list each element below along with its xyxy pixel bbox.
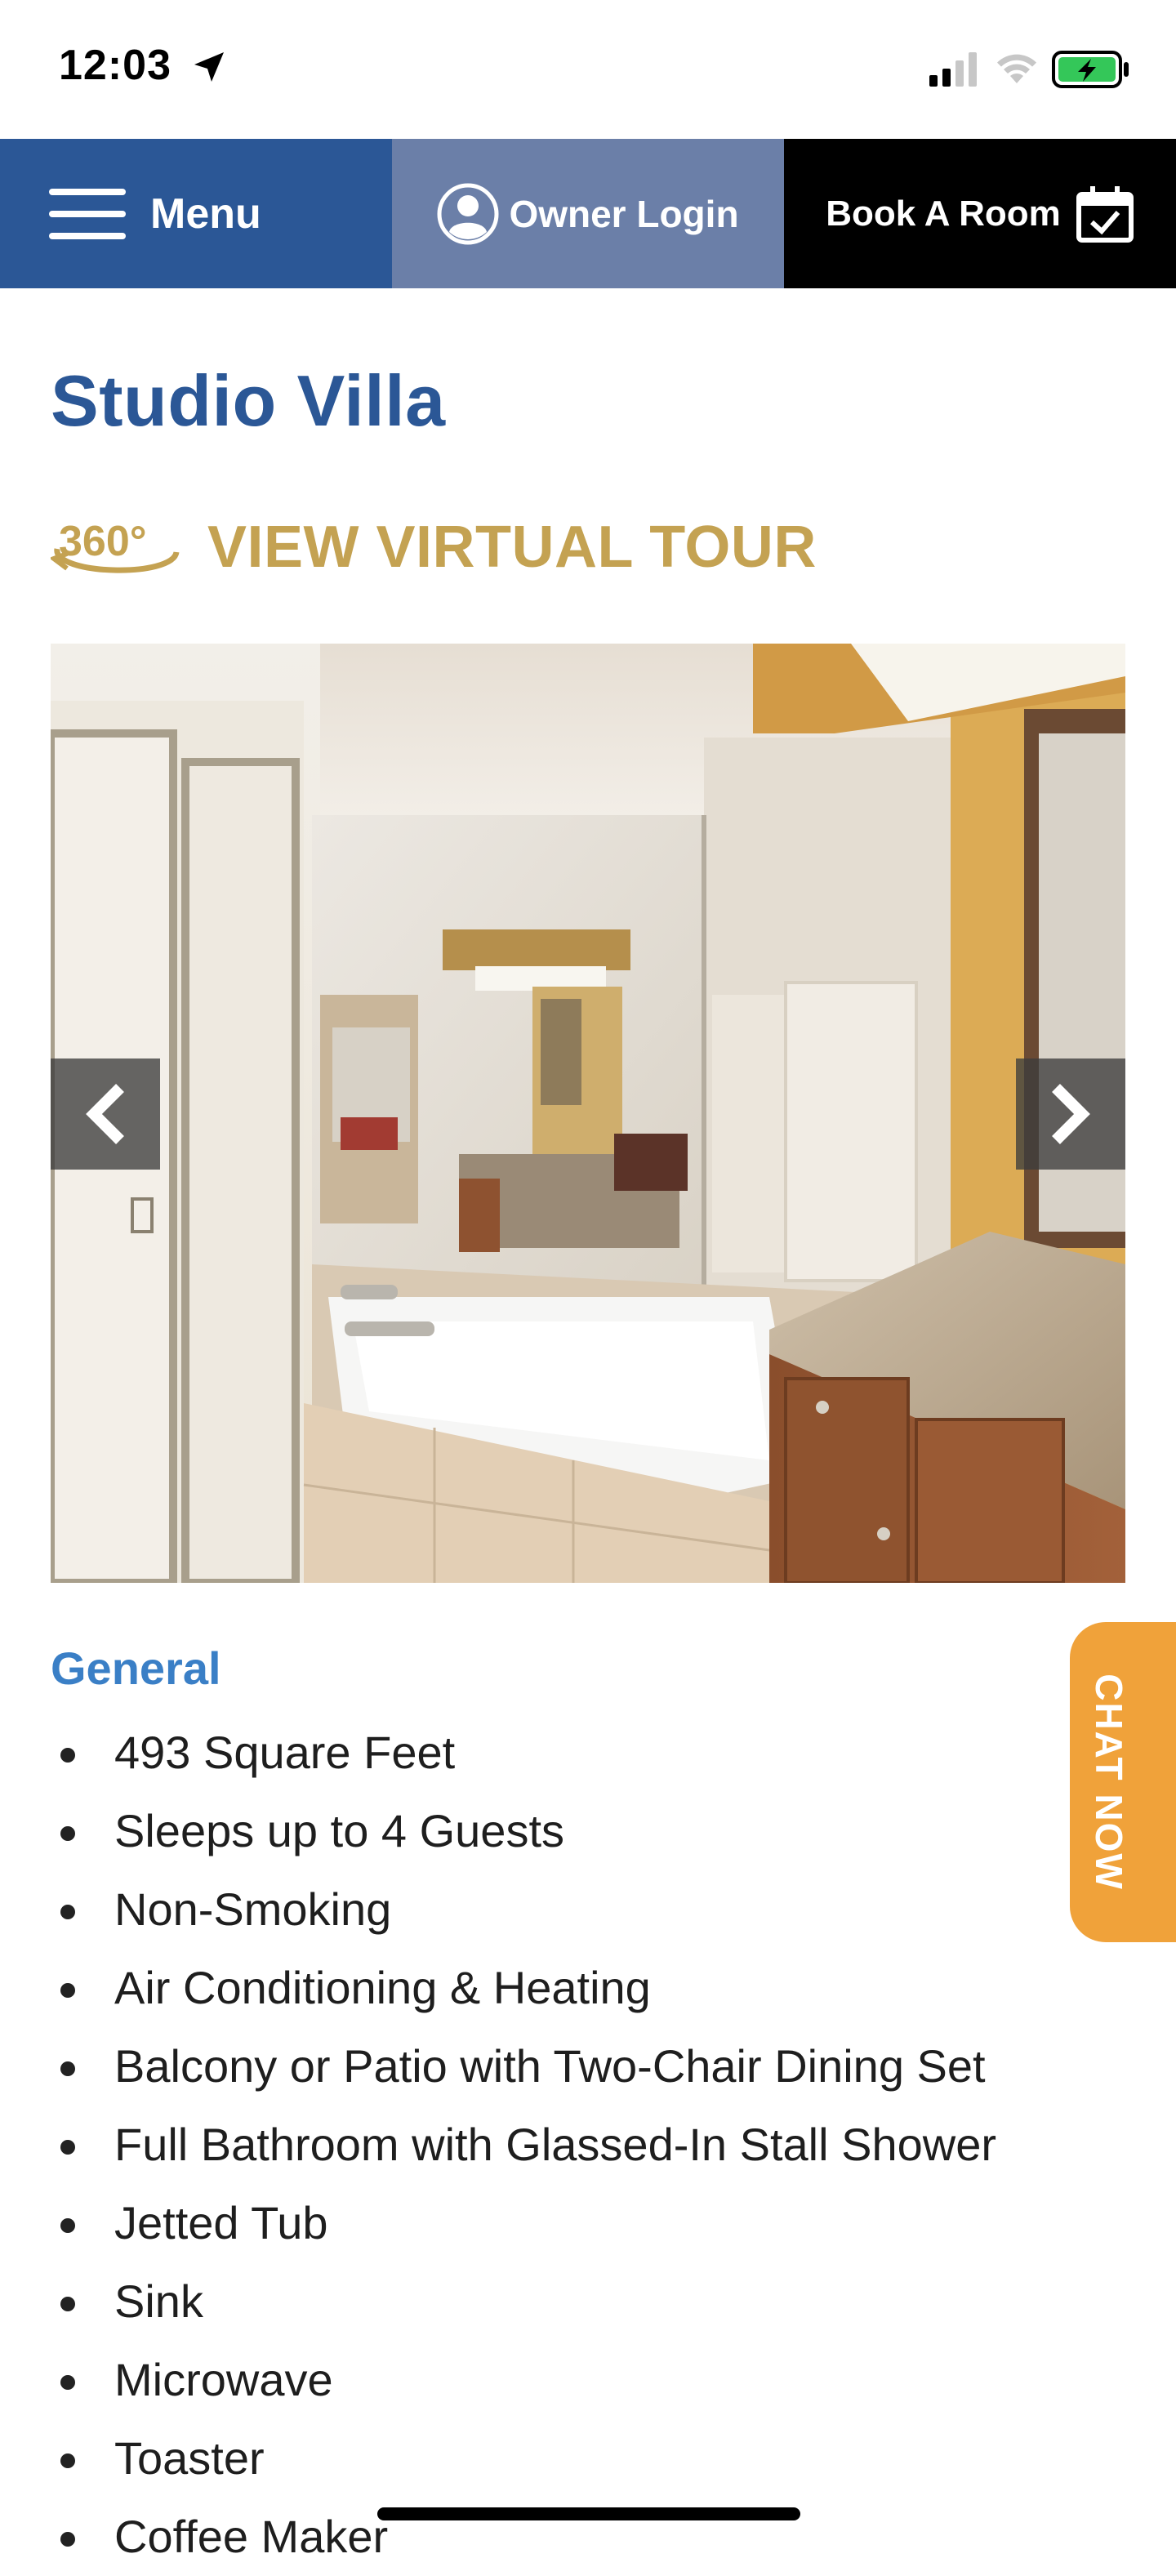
feature-item: Toaster bbox=[51, 2419, 996, 2498]
feature-item: Full Bathroom with Glassed-In Stall Show… bbox=[51, 2106, 996, 2184]
features-list: 493 Square Feet Sleeps up to 4 Guests Non-… bbox=[51, 1714, 996, 2576]
wifi-icon bbox=[997, 54, 1036, 83]
user-icon bbox=[437, 183, 499, 244]
feature-item: Sleeps up to 4 Guests bbox=[51, 1792, 996, 1870]
virtual-tour-label: VIEW VIRTUAL TOUR bbox=[207, 515, 817, 580]
calendar-check-icon bbox=[1076, 185, 1134, 243]
status-time: 12:03 bbox=[59, 42, 172, 89]
bathroom-photo bbox=[51, 644, 1125, 1583]
status-bar: 12:03 bbox=[0, 0, 1176, 139]
feature-item: Air Conditioning & Heating bbox=[51, 1949, 996, 2027]
carousel-prev-button[interactable] bbox=[51, 1058, 160, 1170]
virtual-tour-link[interactable]: 360° VIEW VIRTUAL TOUR bbox=[51, 508, 817, 586]
chat-now-label: CHAT NOW bbox=[1088, 1674, 1130, 1891]
book-a-room-label: Book A Room bbox=[826, 193, 1061, 234]
owner-login-button[interactable]: Owner Login bbox=[392, 139, 784, 288]
feature-item: Non-Smoking bbox=[51, 1870, 996, 1949]
battery-charging-icon bbox=[1052, 51, 1129, 88]
feature-item: Sink bbox=[51, 2262, 996, 2341]
menu-label: Menu bbox=[150, 189, 261, 238]
chevron-right-icon bbox=[1052, 1084, 1090, 1144]
general-heading: General bbox=[51, 1642, 221, 1694]
360-tour-icon: 360° bbox=[51, 518, 180, 573]
feature-item: Microwave bbox=[51, 2341, 996, 2419]
chat-now-button[interactable]: CHAT NOW bbox=[1070, 1622, 1176, 1942]
page-title: Studio Villa bbox=[51, 360, 446, 441]
360-badge-text: 360° bbox=[59, 518, 147, 565]
top-nav: Menu Owner Login Book A Room bbox=[0, 139, 1176, 288]
home-indicator bbox=[377, 2507, 800, 2520]
carousel-next-button[interactable] bbox=[1016, 1058, 1125, 1170]
feature-item: Balcony or Patio with Two-Chair Dining S… bbox=[51, 2027, 996, 2106]
location-arrow-icon bbox=[194, 52, 224, 82]
feature-item: 493 Square Feet bbox=[51, 1714, 996, 1792]
book-a-room-button[interactable]: Book A Room bbox=[784, 139, 1176, 288]
menu-button[interactable]: Menu bbox=[0, 139, 392, 288]
feature-item: Jetted Tub bbox=[51, 2184, 996, 2262]
cellular-signal-icon bbox=[929, 52, 977, 87]
chevron-left-icon bbox=[86, 1084, 124, 1144]
hamburger-icon bbox=[49, 188, 126, 239]
photo-carousel[interactable] bbox=[51, 644, 1125, 1583]
owner-login-label: Owner Login bbox=[509, 192, 739, 235]
